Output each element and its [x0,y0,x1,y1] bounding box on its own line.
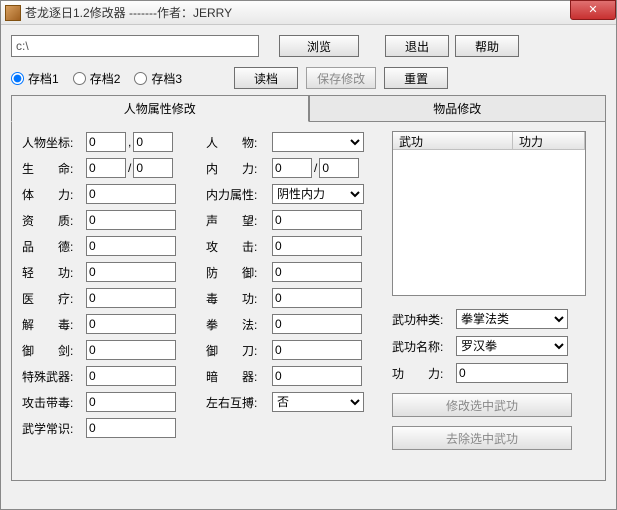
tab-strip: 人物属性修改 物品修改 [11,95,606,122]
name-select[interactable]: 罗汉拳 [456,336,568,356]
slot1-label: 存档1 [28,70,59,87]
load-button[interactable]: 读档 [234,67,298,89]
lightfoot-input[interactable] [86,262,176,282]
power-input[interactable] [456,363,568,383]
defense-input[interactable] [272,262,362,282]
person-select[interactable] [272,132,364,152]
tab-items[interactable]: 物品修改 [309,95,607,122]
slot2-label: 存档2 [90,70,121,87]
exit-button[interactable]: 退出 [385,35,449,57]
app-icon [5,5,21,21]
defense-label: 防 御: [206,264,272,281]
fist-label: 拳 法: [206,316,272,333]
sword-input[interactable] [86,340,176,360]
poison-label: 毒 功: [206,290,272,307]
left-column: 人物坐标: , 生 命: / 体 力: 资 质: [22,131,200,474]
medical-input[interactable] [86,288,176,308]
blade-input[interactable] [272,340,362,360]
special-label: 特殊武器: [22,368,86,385]
kind-select[interactable]: 拳掌法类 [456,309,568,329]
life-max-input[interactable] [133,158,173,178]
sword-label: 御 剑: [22,342,86,359]
tab-character[interactable]: 人物属性修改 [11,95,309,122]
coord-x-input[interactable] [86,132,126,152]
mid-column: 人 物: 内 力: / 内力属性: 阴性内力 声 望: [206,131,386,474]
right-column: 武功 功力 武功种类: 拳掌法类 武功名称: 罗汉拳 [392,131,599,474]
poisonatk-input[interactable] [86,392,176,412]
knowledge-label: 武学常识: [22,420,86,437]
window-title: 苍龙逐日1.2修改器 -------作者：JERRY [25,4,232,21]
slot2-radio[interactable]: 存档2 [73,70,121,87]
fist-input[interactable] [272,314,362,334]
life-slash: / [128,161,131,175]
kind-label: 武功种类: [392,311,456,328]
namesel-label: 武功名称: [392,338,456,355]
neili-label: 内 力: [206,160,272,177]
slot3-radio-input[interactable] [134,72,147,85]
coord-label: 人物坐标: [22,134,86,151]
listview-header: 武功 功力 [393,132,585,150]
slot3-label: 存档3 [151,70,182,87]
slot2-radio-input[interactable] [73,72,86,85]
app-window: 苍龙逐日1.2修改器 -------作者：JERRY ✕ 浏览 退出 帮助 存档… [0,0,617,510]
listview-col1[interactable]: 武功 [393,132,513,149]
right-form: 武功种类: 拳掌法类 武功名称: 罗汉拳 功 力: [392,308,599,450]
neili-slash: / [314,161,317,175]
aptitude-input[interactable] [86,210,176,230]
lightfoot-label: 轻 功: [22,264,86,281]
window-body: 浏览 退出 帮助 存档1 存档2 存档3 读档 保存修改 重置 人物属 [1,25,616,485]
path-input[interactable] [11,35,259,57]
slot-row: 存档1 存档2 存档3 读档 保存修改 重置 [11,67,606,89]
remove-skill-button[interactable]: 去除选中武功 [392,426,572,450]
ambi-label: 左右互搏: [206,394,272,411]
life-label: 生 命: [22,160,86,177]
slot3-radio[interactable]: 存档3 [134,70,182,87]
tab-panel-character: 人物坐标: , 生 命: / 体 力: 资 质: [11,121,606,481]
poison-input[interactable] [272,288,362,308]
browse-button[interactable]: 浏览 [279,35,359,57]
help-button[interactable]: 帮助 [455,35,519,57]
person-label: 人 物: [206,134,272,151]
listview-col2[interactable]: 功力 [513,132,585,149]
coord-sep: , [128,135,131,149]
slot1-radio[interactable]: 存档1 [11,70,59,87]
repute-label: 声 望: [206,212,272,229]
hidden-label: 暗 器: [206,368,272,385]
coord-y-input[interactable] [133,132,173,152]
knowledge-input[interactable] [86,418,176,438]
virtue-label: 品 德: [22,238,86,255]
stamina-label: 体 力: [22,186,86,203]
repute-input[interactable] [272,210,362,230]
blade-label: 御 刀: [206,342,272,359]
top-row: 浏览 退出 帮助 [11,35,606,57]
attack-input[interactable] [272,236,362,256]
neili-cur-input[interactable] [272,158,312,178]
close-button[interactable]: ✕ [570,0,616,20]
modify-skill-button[interactable]: 修改选中武功 [392,393,572,417]
ambi-select[interactable]: 否 [272,392,364,412]
power-label: 功 力: [392,365,456,382]
nlattr-select[interactable]: 阴性内力 [272,184,364,204]
titlebar: 苍龙逐日1.2修改器 -------作者：JERRY ✕ [1,1,616,25]
special-input[interactable] [86,366,176,386]
skill-listview[interactable]: 武功 功力 [392,131,586,296]
stamina-input[interactable] [86,184,176,204]
virtue-input[interactable] [86,236,176,256]
medical-label: 医 疗: [22,290,86,307]
nlattr-label: 内力属性: [206,186,272,203]
reset-button[interactable]: 重置 [384,67,448,89]
slot1-radio-input[interactable] [11,72,24,85]
neili-max-input[interactable] [319,158,359,178]
life-cur-input[interactable] [86,158,126,178]
detox-label: 解 毒: [22,316,86,333]
aptitude-label: 资 质: [22,212,86,229]
detox-input[interactable] [86,314,176,334]
save-mod-button[interactable]: 保存修改 [306,67,376,89]
attack-label: 攻 击: [206,238,272,255]
poisonatk-label: 攻击带毒: [22,394,86,411]
hidden-input[interactable] [272,366,362,386]
